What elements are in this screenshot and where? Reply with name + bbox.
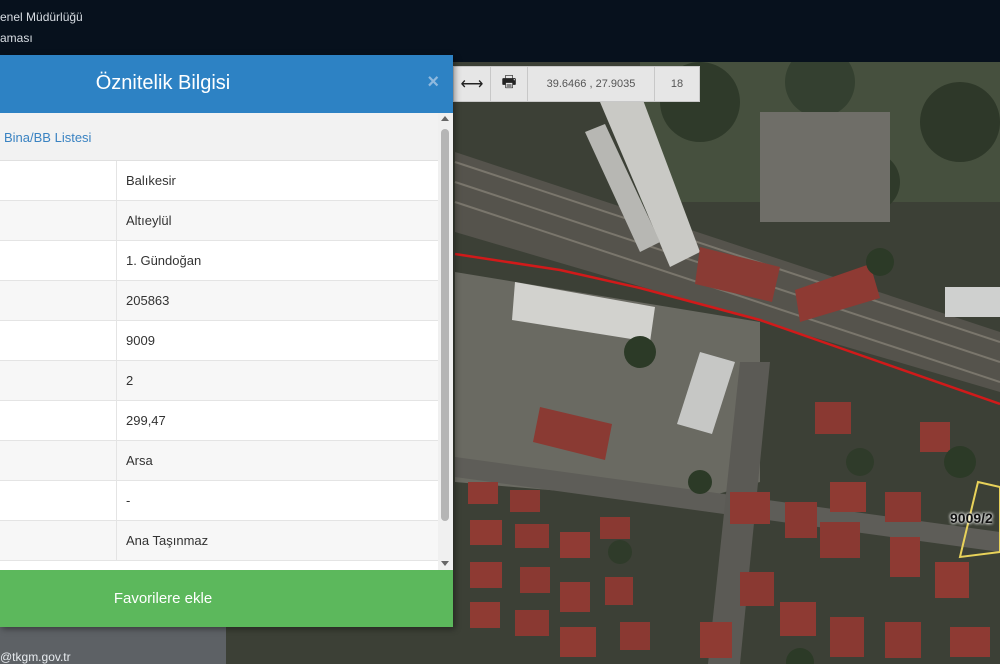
row-value: - [126,493,131,508]
row-value: 299,47 [126,413,166,428]
row-value: 1. Gündoğan [126,253,202,268]
table-row: - [0,481,438,521]
row-key-cell [0,441,117,480]
row-key-cell [0,401,117,440]
table-row: Balıkesir [0,161,438,201]
row-key-cell [0,481,117,520]
row-value: 2 [126,373,134,388]
row-key-cell [0,361,117,400]
row-key-cell [0,241,117,280]
row-value: 9009 [126,333,155,348]
parcel-label: 9009/2 [950,510,993,526]
row-value: Altıeylül [126,213,172,228]
panel-body: Bina/BB Listesi Balıkesir Altıeylül 1. G… [0,113,453,570]
contact-email[interactable]: @tkgm.gov.tr [0,650,71,664]
row-value: Arsa [126,453,153,468]
table-row: Arsa [0,441,438,481]
panel-footer: Favorilere ekle [0,570,453,627]
row-value: Balıkesir [126,173,176,188]
row-key-cell [0,281,117,320]
building-list-header[interactable]: Bina/BB Listesi [0,113,438,161]
map-toolbar: ⟷ 🖶 39.6466 , 27.9035 18 [453,66,700,102]
table-row: 2 [0,361,438,401]
app-header: enel Müdürlüğü aması [0,0,1000,62]
zoom-level: 18 [670,78,684,90]
scroll-down-icon[interactable] [441,561,449,566]
table-row: 1. Gündoğan [0,241,438,281]
scroll-thumb[interactable] [441,129,449,521]
panel-title: Öznitelik Bilgisi [95,72,231,94]
close-icon[interactable]: × [427,71,439,94]
row-value: 205863 [126,293,170,308]
add-to-favorites-button[interactable]: Favorilere ekle [0,570,326,627]
table-row: 299,47 [0,401,438,441]
row-key-cell [0,521,117,560]
sidebar-footer: @tkgm.gov.tr [0,627,226,664]
scroll-up-icon[interactable] [441,116,449,121]
panel-header: Öznitelik Bilgisi × [0,55,453,113]
table-row: 9009 [0,321,438,361]
row-key-cell [0,321,117,360]
row-key-cell [0,161,117,200]
row-value: Ana Taşınmaz [126,533,209,548]
coordinate-readout: 39.6466 , 27.9035 [528,67,655,101]
table-row: Ana Taşınmaz [0,521,438,561]
row-key-cell [0,201,117,240]
building-list-link[interactable]: Bina/BB Listesi [4,130,91,145]
table-row: 205863 [0,281,438,321]
printer-icon[interactable]: 🖶 [491,67,528,101]
panel-scrollbar[interactable] [438,113,453,570]
app-title-line1: enel Müdürlüğü [0,10,83,24]
attribute-table: Balıkesir Altıeylül 1. Gündoğan 205863 9… [0,161,438,561]
app-title-line2: aması [0,31,33,45]
table-row: Altıeylül [0,201,438,241]
pan-horizontal-icon[interactable]: ⟷ [454,67,491,101]
attribute-info-panel: Öznitelik Bilgisi × Bina/BB Listesi Balı… [0,55,453,627]
